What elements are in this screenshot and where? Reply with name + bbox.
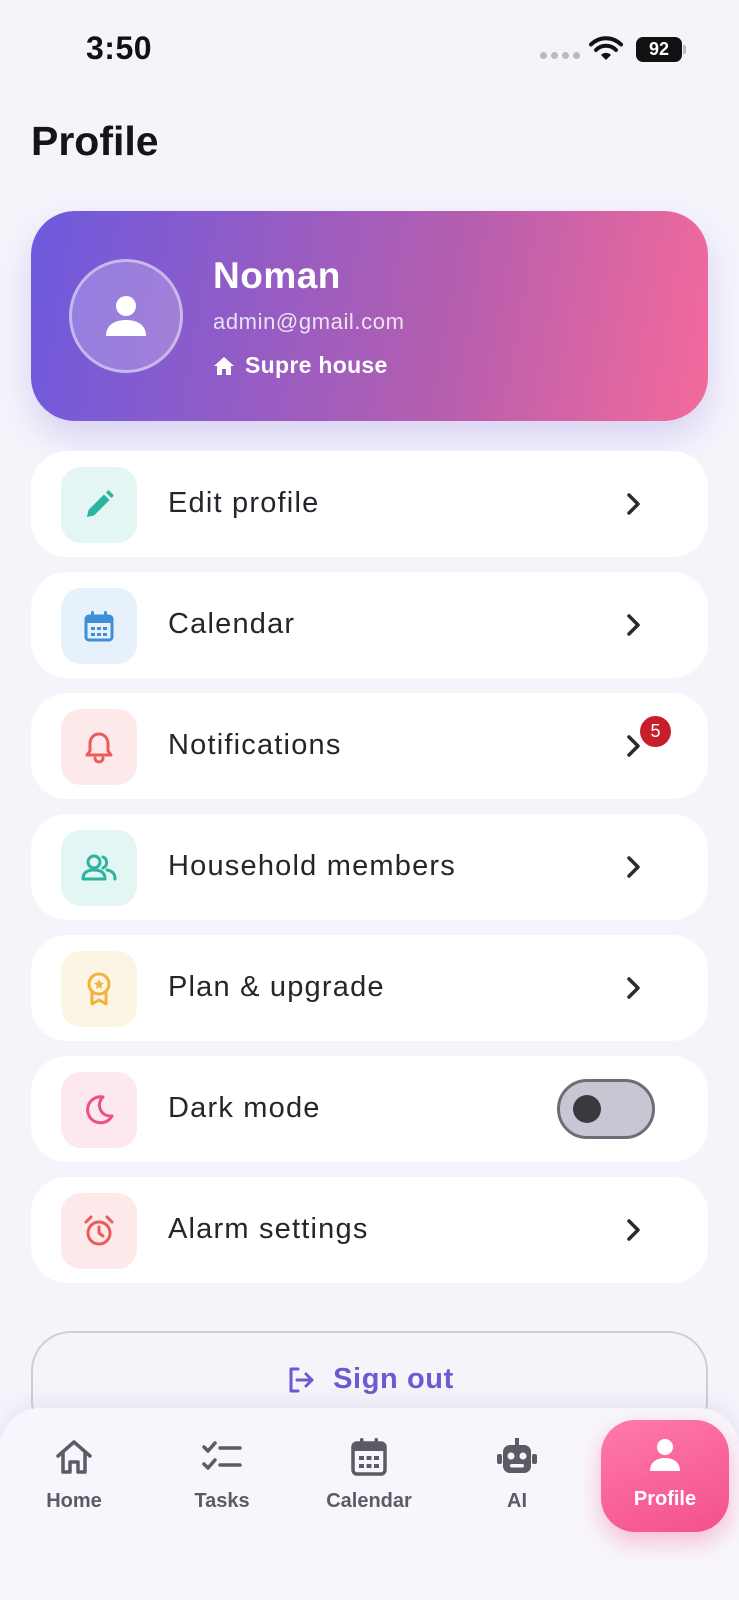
chevron-right-icon xyxy=(627,977,640,999)
chevron-right-icon xyxy=(627,856,640,878)
menu-item-edit-profile[interactable]: Edit profile xyxy=(31,451,708,557)
calendar-icon xyxy=(351,1438,387,1476)
battery-icon: 92 xyxy=(636,37,686,62)
nav-tab-home[interactable]: Home xyxy=(14,1434,134,1534)
status-time: 3:50 xyxy=(86,30,153,66)
notification-count-badge: 5 xyxy=(640,716,671,747)
award-icon xyxy=(61,951,137,1027)
menu-item-plan-upgrade[interactable]: Plan & upgrade xyxy=(31,935,708,1041)
nav-label: Home xyxy=(46,1490,102,1512)
dark-mode-toggle[interactable] xyxy=(557,1079,655,1139)
bell-icon xyxy=(61,709,137,785)
household-name: Supre house xyxy=(245,352,388,378)
chevron-right-icon xyxy=(627,614,640,636)
chevron-right-icon xyxy=(627,1219,640,1241)
nav-tab-calendar[interactable]: Calendar xyxy=(309,1434,429,1534)
logout-icon xyxy=(289,1367,314,1392)
person-icon xyxy=(106,296,146,336)
menu-item-dark-mode: Dark mode xyxy=(31,1056,708,1162)
toggle-knob xyxy=(573,1095,601,1123)
user-name: Noman xyxy=(213,255,341,296)
menu-label: Plan & upgrade xyxy=(168,971,385,1003)
alarm-clock-icon xyxy=(61,1193,137,1269)
calendar-icon xyxy=(61,588,137,664)
menu-label: Edit profile xyxy=(168,487,320,519)
chevron-right-icon xyxy=(627,493,640,515)
sign-out-content: Sign out xyxy=(33,1363,706,1396)
household-row: Supre house xyxy=(213,352,388,379)
menu-label: Calendar xyxy=(168,608,296,640)
cellular-signal-icon xyxy=(540,52,580,59)
bottom-navigation: Home Tasks Calendar AI Profile xyxy=(0,1408,739,1600)
wifi-icon xyxy=(589,36,623,60)
pencil-icon xyxy=(61,467,137,543)
status-bar: 3:50 92 xyxy=(0,0,739,100)
nav-label: AI xyxy=(507,1490,527,1512)
nav-tab-profile[interactable]: Profile xyxy=(601,1420,729,1532)
home-icon xyxy=(214,356,234,375)
avatar xyxy=(69,259,183,373)
person-icon xyxy=(650,1439,680,1471)
people-icon xyxy=(61,830,137,906)
nav-tab-ai[interactable]: AI xyxy=(457,1434,577,1534)
page-title: Profile xyxy=(31,118,159,164)
menu-item-household-members[interactable]: Household members xyxy=(31,814,708,920)
tasks-icon xyxy=(202,1441,242,1470)
menu-label: Household members xyxy=(168,850,456,882)
nav-label: Profile xyxy=(633,1488,697,1510)
user-email: admin@gmail.com xyxy=(213,309,405,334)
moon-icon xyxy=(61,1072,137,1148)
menu-item-notifications[interactable]: Notifications 5 xyxy=(31,693,708,799)
menu-item-calendar[interactable]: Calendar xyxy=(31,572,708,678)
sign-out-label: Sign out xyxy=(333,1363,454,1395)
menu-item-alarm-settings[interactable]: Alarm settings xyxy=(31,1177,708,1283)
nav-label: Calendar xyxy=(326,1490,412,1512)
nav-tab-tasks[interactable]: Tasks xyxy=(162,1434,282,1534)
menu-label: Notifications xyxy=(168,729,342,761)
home-icon xyxy=(56,1440,92,1474)
menu-label: Dark mode xyxy=(168,1092,321,1124)
menu-label: Alarm settings xyxy=(168,1213,369,1245)
battery-level: 92 xyxy=(636,37,682,62)
nav-label: Tasks xyxy=(194,1490,250,1512)
profile-card: Noman admin@gmail.com Supre house xyxy=(31,211,708,421)
robot-icon xyxy=(497,1438,537,1473)
